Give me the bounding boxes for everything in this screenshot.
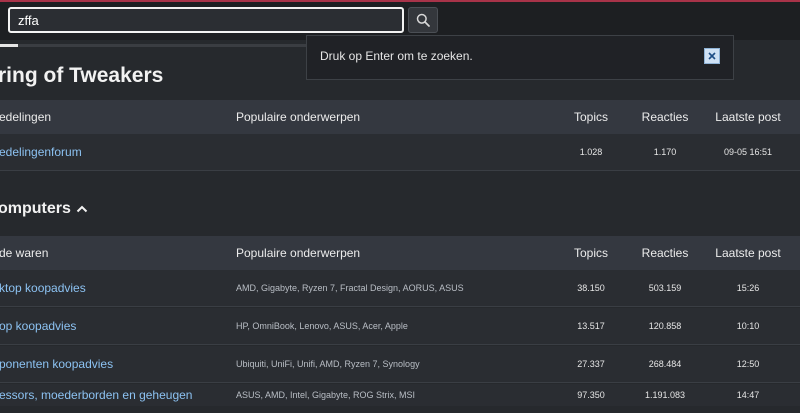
- header-reacties: Reacties: [641, 110, 689, 124]
- popular-topics[interactable]: HP, OmniBook, Lenovo, ASUS, Acer, Apple: [236, 308, 408, 344]
- topic-count: 97.350: [577, 389, 605, 400]
- search-input[interactable]: [8, 7, 404, 33]
- reactie-count: 1.170: [653, 147, 677, 157]
- table-header: de waren Populaire onderwerpen Topics Re…: [0, 236, 800, 270]
- progress-bar: [0, 44, 320, 47]
- popular-topics[interactable]: ASUS, AMD, Intel, Gigabyte, ROG Strix, M…: [236, 376, 415, 413]
- accent-line: [0, 0, 800, 2]
- laatste-post[interactable]: 09-05 16:51: [710, 134, 786, 170]
- reactie-count: 503.159: [648, 283, 682, 293]
- close-icon[interactable]: [708, 52, 716, 60]
- header-topics: Topics: [573, 110, 608, 124]
- topic-count: 1.028: [579, 147, 603, 157]
- chevron-up-icon[interactable]: [76, 205, 88, 213]
- section-title-text: omputers: [0, 200, 71, 217]
- laatste-post[interactable]: 10:10: [710, 308, 786, 344]
- header-laatste-post: Laatste post: [715, 110, 781, 124]
- header-forum: edelingen: [0, 110, 52, 124]
- search-hint-popup: Druk op Enter om te zoeken.: [306, 35, 734, 80]
- table-row: ktop koopadvies AMD, Gigabyte, Ryzen 7, …: [0, 270, 800, 307]
- forum-link[interactable]: op koopadvies: [0, 308, 76, 344]
- reactie-count: 1.191.083: [644, 389, 686, 400]
- forum-link[interactable]: ktop koopadvies: [0, 270, 86, 306]
- header-forum: de waren: [0, 246, 49, 260]
- topic-count: 13.517: [577, 321, 605, 331]
- header-topics: Topics: [573, 246, 608, 260]
- section-title-computers[interactable]: omputers: [0, 200, 88, 218]
- forum-link[interactable]: edelingenforum: [0, 134, 82, 170]
- close-button[interactable]: [704, 48, 720, 64]
- laatste-post[interactable]: 14:47: [710, 376, 786, 413]
- progress-bar-fill: [0, 44, 19, 47]
- header-popular-topics: Populaire onderwerpen: [236, 246, 361, 260]
- page-title: ring of Tweakers: [0, 64, 164, 87]
- popular-topics[interactable]: AMD, Gigabyte, Ryzen 7, Fractal Design, …: [236, 270, 464, 306]
- table-header: edelingen Populaire onderwerpen Topics R…: [0, 100, 800, 134]
- search-icon: [416, 13, 430, 27]
- search-button[interactable]: [408, 7, 438, 33]
- forum-link[interactable]: essors, moederborden en geheugen: [0, 376, 192, 413]
- table-row: edelingenforum 1.028 1.170 09-05 16:51: [0, 134, 800, 171]
- header-popular-topics: Populaire onderwerpen: [236, 110, 361, 124]
- reactie-count: 120.858: [648, 321, 682, 331]
- header-laatste-post: Laatste post: [715, 246, 781, 260]
- topic-count: 38.150: [577, 283, 605, 293]
- table-row: essors, moederborden en geheugen ASUS, A…: [0, 384, 800, 406]
- header-reacties: Reacties: [641, 246, 689, 260]
- search-hint-text: Druk op Enter om te zoeken.: [320, 49, 473, 63]
- table-row: op koopadvies HP, OmniBook, Lenovo, ASUS…: [0, 308, 800, 345]
- laatste-post[interactable]: 15:26: [710, 270, 786, 306]
